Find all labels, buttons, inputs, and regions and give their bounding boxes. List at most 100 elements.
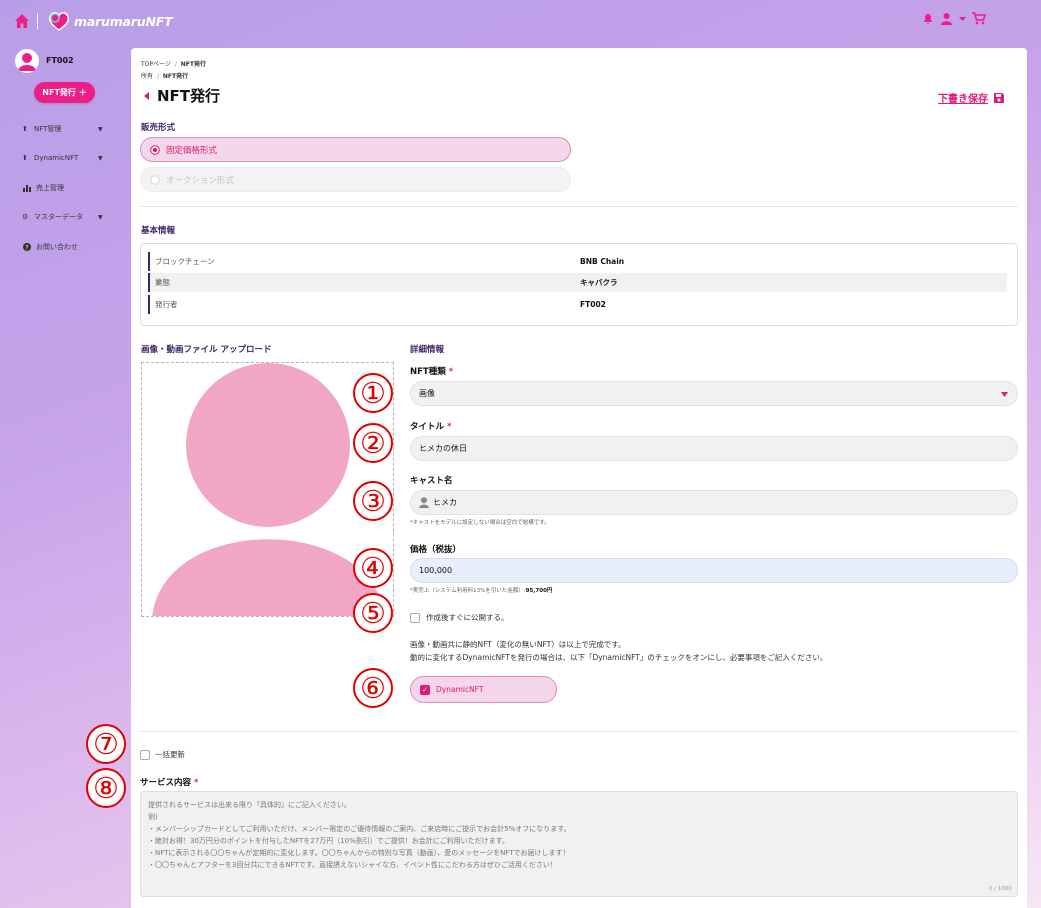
service-label: サービス内容 * [140, 778, 199, 788]
sidebar-item-label: 売上管理 [36, 184, 64, 192]
divider [140, 206, 1018, 207]
placeholder-line: 提供されるサービスは出来る限り『具体的』にご記入ください。 [148, 801, 351, 809]
breadcrumb-link-owned[interactable]: 所有 [141, 73, 153, 80]
input-value: ヒメカ [433, 498, 457, 507]
bulk-update-checkbox[interactable]: 一括更新 [140, 749, 185, 760]
upload-heading: 画像・動画ファイル アップロード [141, 345, 272, 355]
chevron-down-icon: ▼ [98, 125, 103, 133]
username: FT002 [46, 56, 74, 65]
svg-text:?: ? [25, 245, 28, 252]
sidebar-item-contact[interactable]: ? お問い合わせ [22, 242, 78, 252]
logo[interactable]: marumaruNFT [46, 9, 173, 33]
placeholder-line: ・〇〇ちゃんとアフターを3回分共にできるNFTです。直接誘えないシャイな方、イベ… [148, 861, 557, 869]
breadcrumb-link-top[interactable]: TOPページ [141, 61, 171, 68]
checkbox-label: 作成後すぐに公開する。 [426, 613, 509, 622]
breadcrumb-separator: / [174, 61, 177, 68]
service-textarea[interactable]: 提供されるサービスは出来る限り『具体的』にご記入ください。 例) ・メンバーシッ… [140, 791, 1018, 897]
dynamic-nft-checkbox[interactable]: ✓ DynamicNFT [410, 676, 557, 703]
cast-hint: *キャストをモデルに設定しない場合は空白で結構です。 [410, 520, 550, 526]
sidebar-item-nft-management[interactable]: ⬆ NFT管理 ▼ [22, 124, 103, 134]
logo-text: marumaruNFT [74, 13, 173, 29]
input-value: ヒメカの休日 [419, 444, 467, 453]
radio-auction[interactable]: オークション形式 [140, 167, 571, 192]
chevron-down-icon [1001, 392, 1008, 397]
sales-format-heading: 販売形式 [141, 123, 176, 133]
logo-mark-icon [48, 12, 70, 31]
title-label: タイトル * [410, 422, 452, 432]
basic-info-heading: 基本情報 [141, 226, 176, 236]
nft-issue-button[interactable]: NFT発行 ＋ [34, 82, 95, 103]
row-value: FT002 [580, 300, 606, 309]
cast-name-label: キャスト名 [410, 476, 453, 486]
check-icon: ✓ [420, 684, 430, 695]
save-icon [994, 92, 1004, 103]
title-input[interactable]: ヒメカの休日 [410, 436, 1018, 461]
radio-label: オークション形式 [166, 175, 235, 186]
row-value: BNB Chain [580, 257, 625, 266]
user-icon [419, 497, 429, 508]
chevron-down-icon: ▼ [98, 154, 103, 162]
cast-name-input[interactable]: ヒメカ [410, 490, 1018, 515]
nft-type-label: NFT種類 * [410, 367, 454, 377]
notification-icon[interactable] [922, 13, 934, 25]
annotation-2: ② [353, 423, 393, 463]
home-icon[interactable] [14, 13, 30, 29]
annotation-7: ⑦ [86, 724, 126, 764]
chevron-down-icon: ▼ [98, 213, 103, 221]
placeholder-line: ・NFTに表示される〇〇ちゃんが定期的に変化します。〇〇ちゃんからの特別な写真（… [148, 849, 570, 857]
annotation-1: ① [353, 373, 393, 413]
placeholder-line: ・メンバーシップカードとしてご利用いただけ、メンバー限定のご優待情報のご案内、ご… [148, 825, 571, 833]
placeholder-line: ・絶対お得！30万円分のポイントを付与したNFTを27万円（10%割引）でご提供… [148, 837, 509, 845]
avatar[interactable] [15, 49, 39, 73]
row-label: 発行者 [155, 300, 178, 309]
table-row: 発行者 FT002 [148, 295, 1007, 314]
cart-icon[interactable] [972, 12, 986, 25]
details-heading: 詳細情報 [410, 345, 445, 355]
row-value: キャバクラ [580, 278, 618, 287]
row-label: ブロックチェーン [155, 257, 215, 266]
nft-type-select[interactable]: 画像 [410, 381, 1018, 406]
annotation-8: ⑧ [86, 768, 126, 808]
publish-checkbox[interactable]: 作成後すぐに公開する。 [410, 612, 509, 623]
sidebar-item-label: NFT管理 [34, 125, 62, 133]
header-divider [37, 13, 38, 29]
radio-fixed-price[interactable]: 固定価格形式 [140, 137, 571, 162]
radio-unchecked-icon [150, 174, 160, 185]
annotation-5: ⑤ [353, 593, 393, 633]
user-icon[interactable] [940, 12, 953, 25]
basic-info-table: ブロックチェーン BNB Chain 業態 キャバクラ 発行者 FT002 [140, 243, 1018, 326]
breadcrumb-separator: / [156, 73, 159, 80]
table-row: ブロックチェーン BNB Chain [148, 252, 1007, 271]
back-arrow-icon[interactable] [144, 91, 149, 100]
static-nft-note: 画像・動画共に静的NFT（変化の無いNFT）は以上で完成です。 [410, 640, 626, 649]
breadcrumb-current: NFT発行 [180, 61, 206, 68]
checkbox-label: DynamicNFT [436, 685, 484, 694]
annotation-4: ④ [353, 548, 393, 588]
sidebar-item-dynamicnft[interactable]: ⬆ DynamicNFT ▼ [22, 154, 103, 162]
header-actions [922, 12, 986, 25]
upload-icon: ⬆ [22, 125, 28, 133]
breadcrumb: TOPページ / NFT発行 [141, 59, 206, 68]
char-count: 0 / 1000 [989, 886, 1012, 892]
page-title-text: NFT発行 [157, 87, 221, 105]
page-title: NFT発行 [144, 85, 220, 106]
row-label: 業態 [155, 278, 170, 287]
chevron-down-icon[interactable] [959, 15, 966, 22]
checkbox-box[interactable] [140, 749, 150, 760]
annotation-6: ⑥ [353, 668, 393, 708]
draft-save-label: 下書き保存 [938, 94, 988, 105]
breadcrumb-current: NFT発行 [162, 73, 189, 80]
sidebar-item-sales[interactable]: 売上管理 [22, 183, 64, 193]
select-value: 画像 [419, 389, 435, 398]
gear-icon: ⚙ [22, 213, 29, 221]
draft-save-button[interactable]: 下書き保存 [938, 90, 1004, 105]
annotation-3: ③ [353, 481, 393, 521]
sidebar-item-master-data[interactable]: ⚙ マスターデータ ▼ [22, 212, 103, 222]
price-input[interactable]: 100,000 [410, 558, 1018, 583]
checkbox-box[interactable] [410, 612, 420, 623]
sidebar-item-label: マスターデータ [34, 213, 83, 221]
price-hint: *実売上（システム利用料13%を引いた金額）:95,700円 [410, 588, 553, 594]
upload-icon: ⬆ [22, 154, 28, 162]
divider [140, 731, 1018, 732]
sidebar-item-label: DynamicNFT [34, 154, 79, 162]
